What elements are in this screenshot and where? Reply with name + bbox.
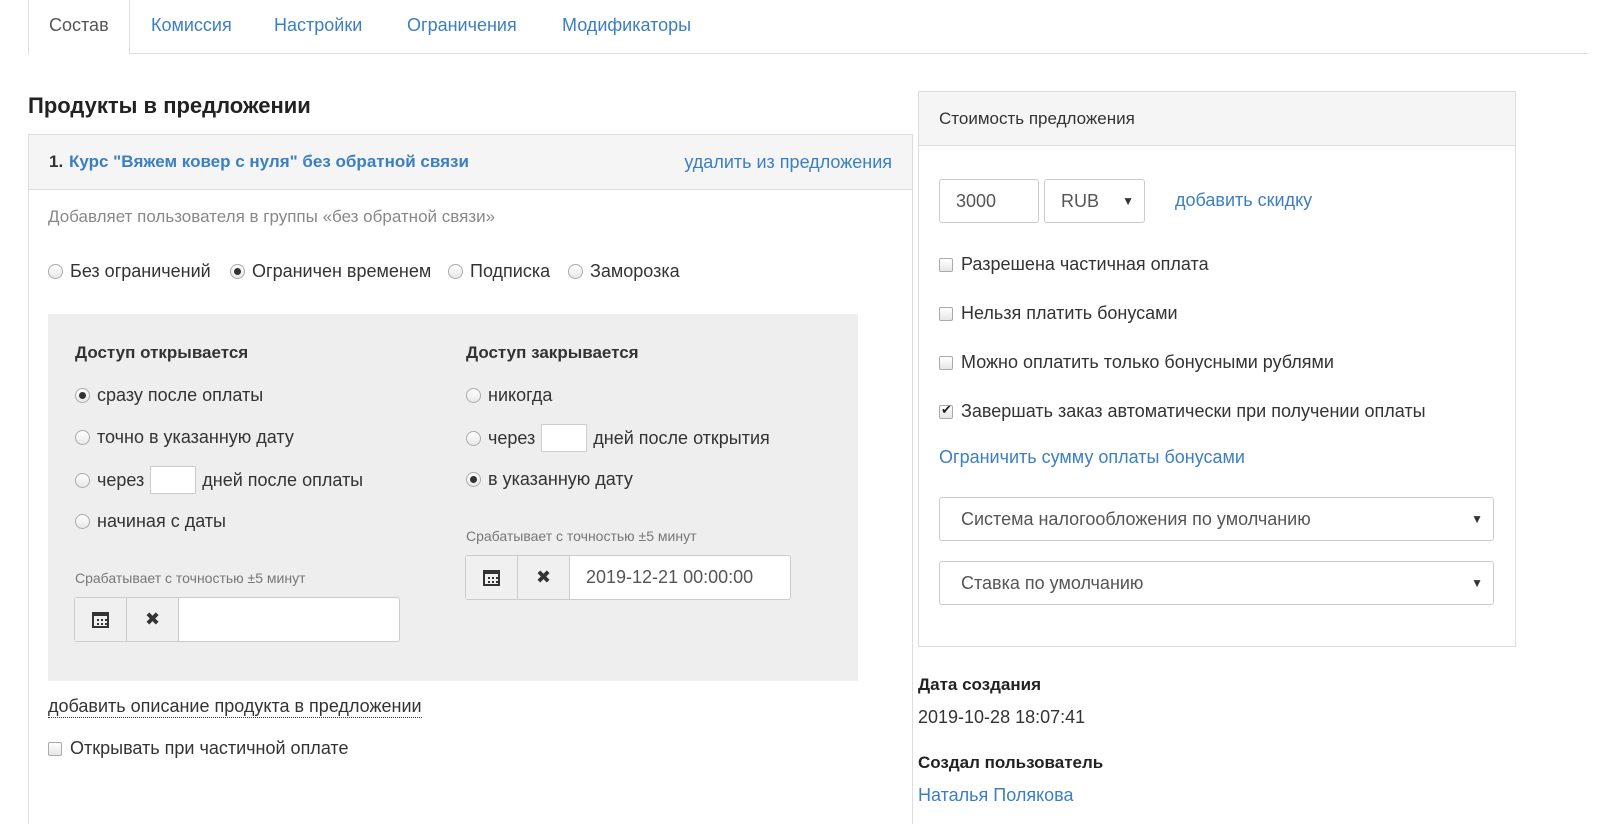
chevron-down-icon: ▼ <box>1122 194 1134 208</box>
radio-label: Без ограничений <box>70 261 211 281</box>
calendar-icon <box>483 569 500 586</box>
tax-rate-value: Ставка по умолчанию <box>961 573 1144 593</box>
open-from-date-radio[interactable]: начиная с даты <box>75 511 226 532</box>
radio-label: через <box>97 469 145 490</box>
open-after-days-radio[interactable]: через дней после оплаты <box>75 466 363 494</box>
radio-time-limited[interactable]: Ограничен временем <box>230 261 431 282</box>
radio-dot[interactable] <box>48 264 63 279</box>
radio-dot[interactable] <box>568 264 583 279</box>
access-closes-title: Доступ закрывается <box>466 343 639 362</box>
checkbox-box[interactable] <box>48 741 62 756</box>
tax-rate-select[interactable]: Ставка по умолчанию ▼ <box>939 561 1494 605</box>
open-date-picker: ✖ <box>74 597 400 642</box>
currency-select[interactable]: RUB ▼ <box>1044 179 1145 223</box>
calendar-button[interactable] <box>466 556 518 599</box>
radio-label: Ограничен временем <box>252 261 432 281</box>
radio-label: Подписка <box>470 261 551 281</box>
section-title: Продукты в предложении <box>28 93 311 118</box>
checkbox-label: Открывать при частичной оплате <box>70 738 349 758</box>
radio-label: сразу после оплаты <box>97 385 264 405</box>
radio-no-limit[interactable]: Без ограничений <box>48 261 211 282</box>
close-accuracy-hint: Срабатывает с точностью ±5 минут <box>466 528 697 544</box>
close-icon: ✖ <box>144 609 161 629</box>
radio-subscription[interactable]: Подписка <box>448 261 550 282</box>
radio-label-suffix: дней после открытия <box>593 427 770 448</box>
radio-label: начиная с даты <box>97 511 226 531</box>
close-days-input[interactable] <box>541 424 588 452</box>
partial-payment-checkbox[interactable]: Разрешена частичная оплата <box>939 254 1209 275</box>
open-days-input[interactable] <box>150 466 197 494</box>
radio-label: никогда <box>488 385 553 405</box>
creator-label: Создал пользователь <box>918 753 1104 772</box>
product-name-link[interactable]: Курс "Вяжем ковер с нуля" без обратной с… <box>69 152 469 172</box>
radio-dot[interactable] <box>75 472 90 488</box>
checkbox-label: Можно оплатить только бонусными рублями <box>961 352 1334 372</box>
limit-bonus-link[interactable]: Ограничить сумму оплаты бонусами <box>939 447 1245 468</box>
clear-date-button[interactable]: ✖ <box>518 556 570 599</box>
close-icon: ✖ <box>535 567 552 587</box>
checkbox-box[interactable] <box>939 257 953 272</box>
close-date-input[interactable]: 2019-12-21 00:00:00 <box>570 556 790 599</box>
radio-dot[interactable] <box>75 430 90 445</box>
checkbox-box[interactable] <box>939 402 953 419</box>
tab-modifiers[interactable]: Модификаторы <box>562 0 691 54</box>
chevron-down-icon: ▼ <box>1471 512 1483 526</box>
tab-composition[interactable]: Состав <box>28 0 130 55</box>
add-product-description-link[interactable]: добавить описание продукта в предложении <box>48 696 422 718</box>
tab-settings[interactable]: Настройки <box>274 0 362 54</box>
radio-label: Заморозка <box>590 261 680 281</box>
tax-system-select[interactable]: Система налогообложения по умолчанию ▼ <box>939 497 1494 541</box>
radio-dot[interactable] <box>466 430 481 446</box>
checkbox-box[interactable] <box>939 355 953 370</box>
product-header: 1. Курс "Вяжем ковер с нуля" без обратно… <box>29 135 912 190</box>
checkbox-label: Завершать заказ автоматически при получе… <box>961 401 1426 421</box>
tab-commission[interactable]: Комиссия <box>151 0 232 54</box>
close-after-days-radio[interactable]: через дней после открытия <box>466 424 770 452</box>
tabs-bar: Состав Комиссия Настройки Ограничения Мо… <box>28 0 1588 55</box>
price-panel-title: Стоимость предложения <box>919 92 1515 146</box>
tax-system-value: Система налогообложения по умолчанию <box>961 509 1311 529</box>
price-amount-input[interactable]: 3000 <box>939 179 1039 223</box>
checkbox-label: Разрешена частичная оплата <box>961 254 1209 274</box>
clear-date-button[interactable]: ✖ <box>127 598 179 641</box>
add-discount-link[interactable]: добавить скидку <box>1175 190 1312 211</box>
radio-freeze[interactable]: Заморозка <box>568 261 680 282</box>
radio-label-suffix: дней после оплаты <box>202 469 364 490</box>
created-date-value: 2019-10-28 18:07:41 <box>918 707 1086 727</box>
close-date-picker: ✖ 2019-12-21 00:00:00 <box>465 555 791 600</box>
calendar-icon <box>92 611 109 628</box>
close-never-radio[interactable]: никогда <box>466 385 552 406</box>
no-bonus-payment-checkbox[interactable]: Нельзя платить бонусами <box>939 303 1178 324</box>
radio-dot[interactable] <box>75 388 90 403</box>
product-number: 1. <box>49 152 64 171</box>
open-exact-date-radio[interactable]: точно в указанную дату <box>75 427 294 448</box>
access-opens-title: Доступ открывается <box>75 343 249 362</box>
product-description: Добавляет пользователя в группы «без обр… <box>48 207 496 226</box>
open-accuracy-hint: Срабатывает с точностью ±5 минут <box>75 570 306 586</box>
created-date-label: Дата создания <box>918 675 1042 694</box>
open-on-partial-checkbox[interactable]: Открывать при частичной оплате <box>48 738 348 759</box>
radio-label: через <box>488 427 536 448</box>
auto-complete-order-checkbox[interactable]: Завершать заказ автоматически при получе… <box>939 401 1426 422</box>
checkbox-label: Нельзя платить бонусами <box>961 303 1178 323</box>
radio-dot[interactable] <box>75 514 90 529</box>
open-immediately-radio[interactable]: сразу после оплаты <box>75 385 263 406</box>
currency-value: RUB <box>1061 191 1100 211</box>
creator-link[interactable]: Наталья Полякова <box>918 785 1074 806</box>
calendar-button[interactable] <box>75 598 127 641</box>
tab-restrictions[interactable]: Ограничения <box>407 0 517 54</box>
radio-dot[interactable] <box>466 388 481 403</box>
remove-product-link[interactable]: удалить из предложения <box>684 152 892 173</box>
radio-dot[interactable] <box>230 264 245 279</box>
checkbox-box[interactable] <box>939 306 953 321</box>
radio-dot[interactable] <box>466 472 481 487</box>
chevron-down-icon: ▼ <box>1471 576 1483 590</box>
open-date-input[interactable] <box>179 598 399 641</box>
bonus-only-checkbox[interactable]: Можно оплатить только бонусными рублями <box>939 352 1334 373</box>
close-on-date-radio[interactable]: в указанную дату <box>466 469 633 490</box>
radio-label: точно в указанную дату <box>97 427 294 447</box>
radio-label: в указанную дату <box>488 469 633 489</box>
radio-dot[interactable] <box>448 264 463 279</box>
